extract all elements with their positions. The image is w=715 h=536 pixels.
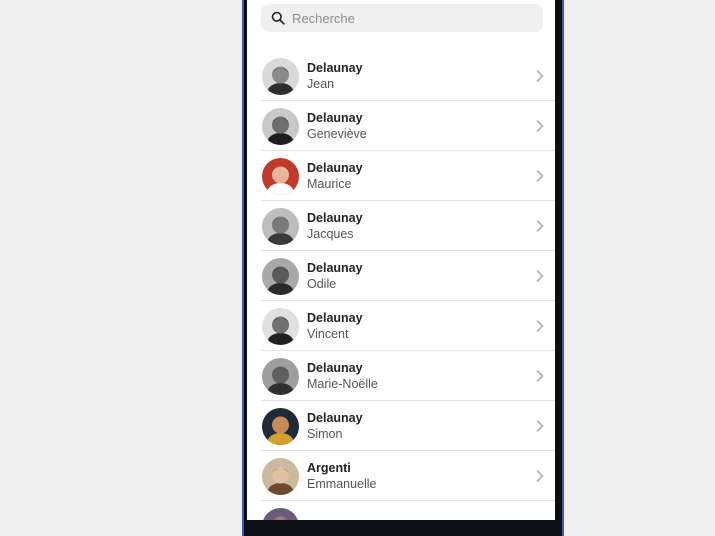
chevron-right-icon <box>535 119 545 133</box>
contact-row[interactable]: Delaunay Vincent <box>247 301 555 351</box>
avatar <box>262 307 299 345</box>
search-input[interactable] <box>292 10 522 26</box>
contact-row[interactable]: Delaunay Jacques <box>247 201 555 251</box>
contact-first-name: Jacques <box>307 227 354 241</box>
contact-row[interactable]: Delaunay Geneviève <box>247 101 555 151</box>
contact-first-name: Simon <box>307 427 343 441</box>
contact-last-name: Delaunay <box>307 311 363 325</box>
contact-names: Delaunay Geneviève <box>307 110 367 142</box>
contact-row[interactable]: Argenti Emmanuelle <box>247 451 555 501</box>
avatar <box>262 57 299 95</box>
contact-row[interactable]: Delaunay Odile <box>247 251 555 301</box>
contact-row[interactable]: Delaunay <box>247 501 555 520</box>
chevron-right-icon <box>535 319 545 333</box>
chevron-right-icon <box>535 269 545 283</box>
contact-names: Delaunay Marie-Noëlle <box>307 360 378 392</box>
avatar <box>262 457 299 495</box>
contact-last-name: Delaunay <box>307 261 363 275</box>
contact-names: Delaunay Odile <box>307 260 363 292</box>
chevron-right-icon <box>535 169 545 183</box>
chevron-right-icon <box>535 469 545 483</box>
avatar <box>262 407 299 445</box>
contact-names: Argenti Emmanuelle <box>307 460 376 492</box>
contact-last-name: Delaunay <box>307 61 363 75</box>
contact-first-name: Vincent <box>307 327 349 341</box>
chevron-right-icon <box>535 419 545 433</box>
avatar <box>262 207 299 245</box>
avatar <box>262 257 299 295</box>
contact-last-name: Delaunay <box>307 161 363 175</box>
contact-first-name: Jean <box>307 77 335 91</box>
chevron-right-icon <box>535 69 545 83</box>
contact-first-name: Odile <box>307 277 337 291</box>
contact-names: Delaunay Jean <box>307 60 363 92</box>
contact-names: Delaunay Simon <box>307 410 363 442</box>
contacts-screen: Delaunay Jean Delaunay Geneviève Delauna… <box>247 0 555 520</box>
contact-last-name: Argenti <box>307 461 351 475</box>
search-icon <box>270 10 286 26</box>
contact-names: Delaunay Maurice <box>307 160 363 192</box>
contact-last-name: Delaunay <box>307 411 363 425</box>
search-bar[interactable] <box>261 4 543 32</box>
chevron-right-icon <box>535 369 545 383</box>
contact-last-name: Delaunay <box>307 361 363 375</box>
avatar <box>262 507 299 520</box>
contact-names: Delaunay Vincent <box>307 310 363 342</box>
contact-first-name: Maurice <box>307 177 352 191</box>
contact-first-name: Emmanuelle <box>307 477 377 491</box>
contact-row[interactable]: Delaunay Jean <box>247 51 555 101</box>
contact-first-name: Marie-Noëlle <box>307 377 378 391</box>
avatar <box>262 357 299 395</box>
contact-row[interactable]: Delaunay Simon <box>247 401 555 451</box>
contact-last-name: Delaunay <box>307 211 363 225</box>
contact-last-name: Delaunay <box>307 111 363 125</box>
contact-list: Delaunay Jean Delaunay Geneviève Delauna… <box>247 51 555 520</box>
chevron-right-icon <box>535 219 545 233</box>
avatar <box>262 157 299 195</box>
avatar <box>262 107 299 145</box>
contact-row[interactable]: Delaunay Maurice <box>247 151 555 201</box>
contact-row[interactable]: Delaunay Marie-Noëlle <box>247 351 555 401</box>
contact-names: Delaunay Jacques <box>307 210 363 242</box>
contact-first-name: Geneviève <box>307 127 367 141</box>
